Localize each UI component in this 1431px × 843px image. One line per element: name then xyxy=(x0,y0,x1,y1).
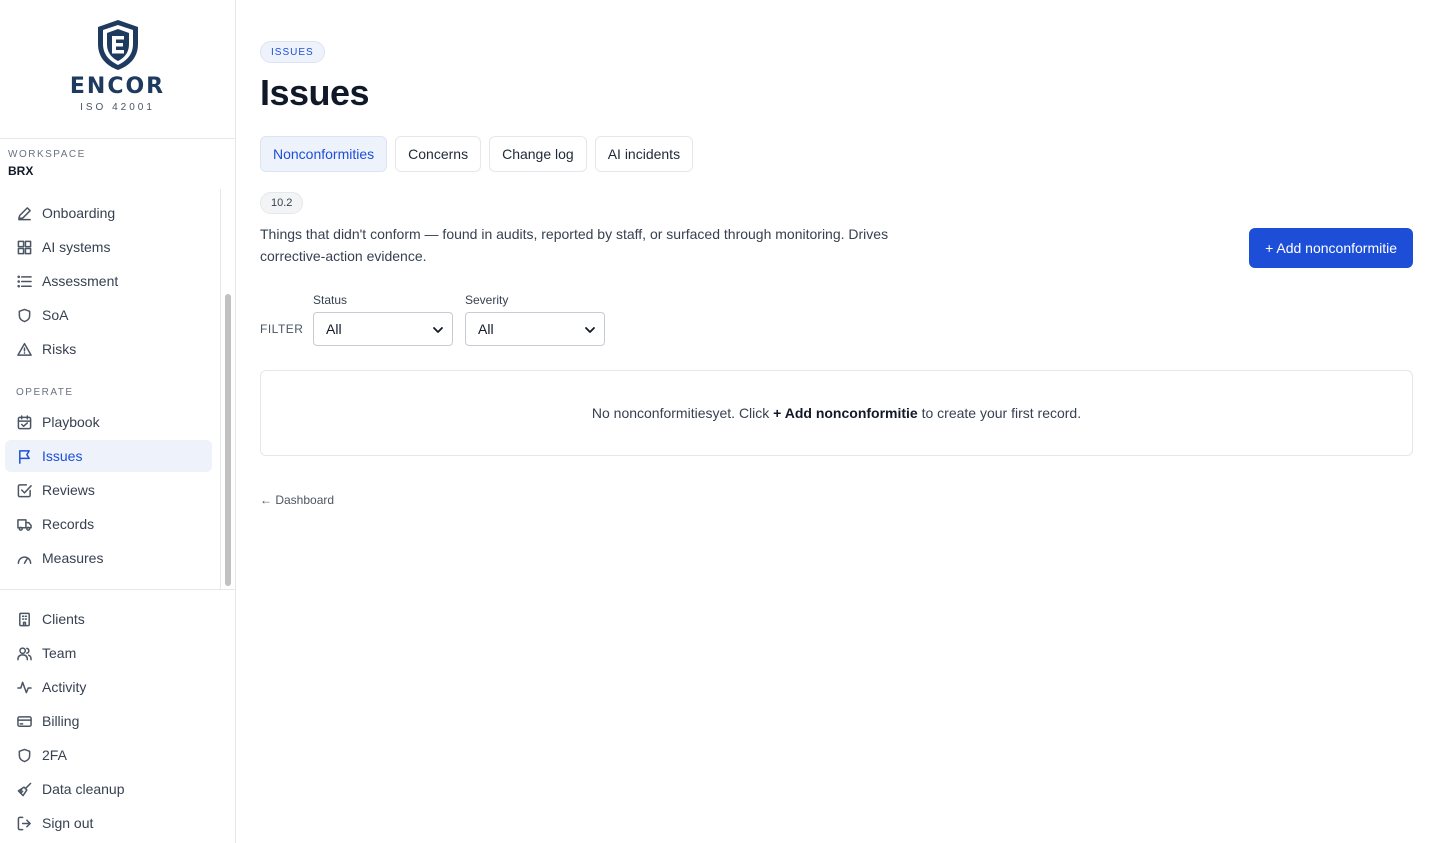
users-icon xyxy=(16,645,32,661)
sidebar-item-label: Reviews xyxy=(42,482,95,498)
sidebar-scrollbar[interactable] xyxy=(220,189,235,590)
chevron-down-icon xyxy=(585,327,595,333)
sidebar-item-activity[interactable]: Activity xyxy=(5,671,212,703)
sidebar-item-label: Onboarding xyxy=(42,205,116,221)
warning-icon xyxy=(16,341,32,357)
clause-badge: 10.2 xyxy=(260,192,304,214)
sidebar-item-onboarding[interactable]: Onboarding xyxy=(5,197,212,229)
add-nonconformity-button[interactable]: + Add nonconformitie xyxy=(1249,228,1413,268)
truck-icon xyxy=(16,516,32,532)
sidebar-item-reviews[interactable]: Reviews xyxy=(5,474,212,506)
back-to-dashboard-link[interactable]: ← Dashboard xyxy=(260,493,334,507)
sidebar-item-label: Billing xyxy=(42,713,80,729)
severity-filter-value: All xyxy=(478,321,494,337)
tab-bar: Nonconformities Concerns Change log AI i… xyxy=(260,136,694,172)
shield-icon xyxy=(16,747,32,763)
sidebar-item-label: Playbook xyxy=(42,414,100,430)
sidebar-item-label: Clients xyxy=(42,611,85,627)
pen-icon xyxy=(16,205,32,221)
sidebar-item-risks[interactable]: Risks xyxy=(5,333,212,365)
shield-icon xyxy=(16,307,32,323)
sidebar-item-2fa[interactable]: 2FA xyxy=(5,739,212,771)
empty-state: No nonconformitiesyet. Click + Add nonco… xyxy=(260,370,1413,456)
tab-ai-incidents[interactable]: AI incidents xyxy=(594,136,694,172)
shield-logo-icon xyxy=(97,20,138,70)
tab-change-log[interactable]: Change log xyxy=(489,136,587,172)
nav-scroll-area: Onboarding AI systems Assessment SoA Ris… xyxy=(0,189,235,590)
sidebar-item-label: 2FA xyxy=(42,747,67,763)
empty-state-prefix: No nonconformitiesyet. Click xyxy=(591,405,774,421)
section-label-operate: OPERATE xyxy=(16,387,74,398)
workspace-label: WORKSPACE xyxy=(8,149,86,160)
tab-concerns[interactable]: Concerns xyxy=(395,136,482,172)
sidebar-item-label: SoA xyxy=(42,307,69,323)
sidebar-item-label: Sign out xyxy=(42,815,94,831)
sidebar-item-team[interactable]: Team xyxy=(5,637,212,669)
sidebar-item-issues[interactable]: Issues xyxy=(5,440,212,472)
chevron-down-icon xyxy=(433,327,443,333)
sidebar-item-soa[interactable]: SoA xyxy=(5,299,212,331)
broom-icon xyxy=(16,781,32,797)
building-icon xyxy=(16,611,32,627)
sidebar-item-label: Issues xyxy=(42,448,83,464)
filter-label: FILTER xyxy=(260,322,304,336)
sidebar-item-assessment[interactable]: Assessment xyxy=(5,265,212,297)
sidebar-item-label: Risks xyxy=(42,341,77,357)
tab-nonconformities[interactable]: Nonconformities xyxy=(260,136,388,172)
brand-logo[interactable]: ENCOR ISO 42001 xyxy=(0,0,235,139)
sidebar-item-measures[interactable]: Measures xyxy=(5,542,212,574)
brand-subtitle: ISO 42001 xyxy=(80,102,155,113)
scrollbar-thumb[interactable] xyxy=(225,294,231,586)
status-filter-label: Status xyxy=(313,293,348,307)
sidebar-item-label: Measures xyxy=(42,550,104,566)
list-icon xyxy=(16,273,32,289)
sidebar-item-clients[interactable]: Clients xyxy=(5,603,212,635)
workspace-value: BRX xyxy=(8,164,34,178)
sidebar-item-label: Team xyxy=(42,645,77,661)
page-description: Things that didn't conform — found in au… xyxy=(260,226,889,264)
status-filter-select[interactable]: All xyxy=(313,312,453,346)
gauge-icon xyxy=(16,550,32,566)
severity-filter-label: Severity xyxy=(465,293,509,307)
sidebar-item-playbook[interactable]: Playbook xyxy=(5,406,212,438)
grid-icon xyxy=(16,239,32,255)
severity-filter-select[interactable]: All xyxy=(465,312,605,346)
checkbox-icon xyxy=(16,482,32,498)
sidebar-item-label: Activity xyxy=(42,679,87,695)
empty-state-suffix: to create your first record. xyxy=(917,405,1082,421)
status-filter-value: All xyxy=(326,321,342,337)
sidebar-item-label: Assessment xyxy=(42,273,119,289)
empty-state-action: + Add nonconformitie xyxy=(773,405,918,421)
sidebar-item-data-cleanup[interactable]: Data cleanup xyxy=(5,773,212,805)
page-title: Issues xyxy=(260,72,370,113)
sidebar-item-billing[interactable]: Billing xyxy=(5,705,212,737)
card-icon xyxy=(16,713,32,729)
sign-out-button[interactable]: Sign out xyxy=(5,807,212,839)
sidebar-item-ai-systems[interactable]: AI systems xyxy=(5,231,212,263)
calendar-icon xyxy=(16,414,32,430)
sidebar: ENCOR ISO 42001 WORKSPACE BRX Onboarding… xyxy=(0,0,236,843)
activity-icon xyxy=(16,679,32,695)
flag-icon xyxy=(16,448,32,464)
sidebar-item-label: Records xyxy=(42,516,95,532)
breadcrumb: ISSUES xyxy=(260,41,325,63)
sidebar-item-label: Data cleanup xyxy=(42,781,125,797)
sidebar-item-label: AI systems xyxy=(42,239,111,255)
sign-out-icon xyxy=(16,815,32,831)
workspace-info: WORKSPACE BRX xyxy=(0,139,235,189)
sidebar-item-records[interactable]: Records xyxy=(5,508,212,540)
brand-name: ENCOR xyxy=(69,74,166,99)
